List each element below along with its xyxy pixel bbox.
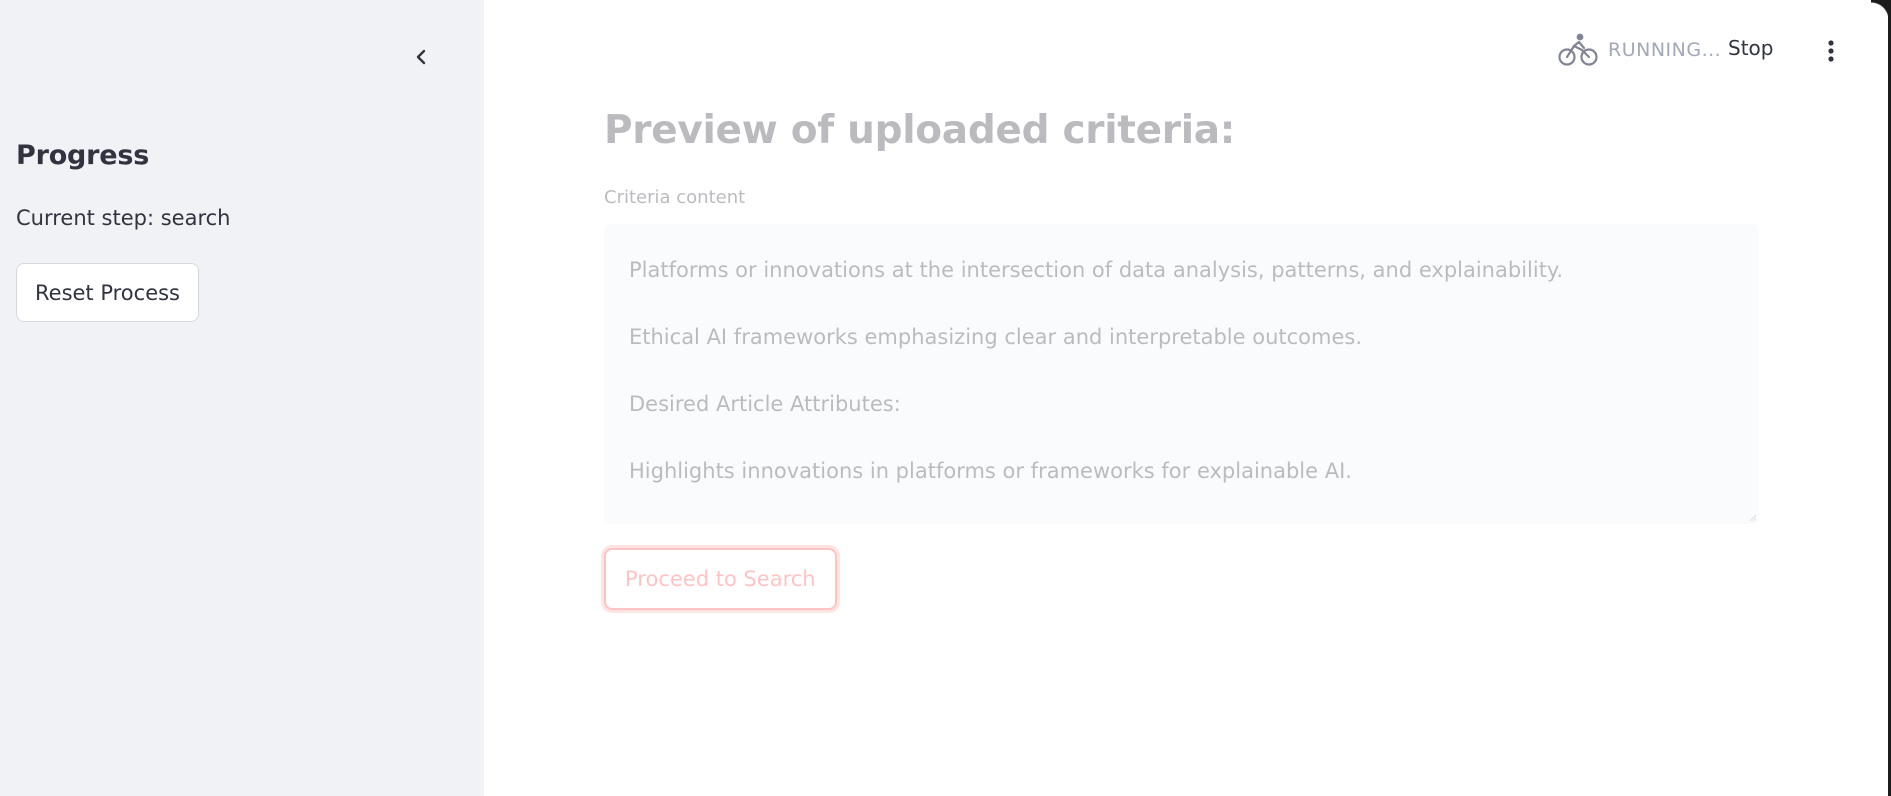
criteria-content-textarea[interactable]: Platforms or innovations at the intersec…	[604, 224, 1759, 524]
proceed-to-search-button[interactable]: Proceed to Search	[604, 548, 837, 610]
collapse-sidebar-button[interactable]	[404, 40, 438, 74]
kebab-menu-icon	[1828, 40, 1834, 62]
chevron-left-icon	[416, 49, 426, 65]
criteria-line: Highlights innovations in platforms or f…	[629, 459, 1352, 483]
sidebar-title: Progress	[16, 140, 150, 171]
running-status: RUNNING...	[1558, 32, 1721, 68]
reset-process-button[interactable]: Reset Process	[16, 263, 200, 322]
running-status-label: RUNNING...	[1608, 39, 1722, 61]
sidebar: Progress Current step: search Reset Proc…	[0, 0, 484, 796]
stop-button[interactable]: Stop	[1728, 36, 1773, 60]
criteria-content-label: Criteria content	[604, 187, 746, 208]
page-title: Preview of uploaded criteria:	[604, 108, 1236, 153]
criteria-line: Ethical AI frameworks emphasizing clear …	[629, 325, 1363, 349]
app-window: Progress Current step: search Reset Proc…	[0, 0, 1891, 796]
criteria-line: Desired Article Attributes:	[629, 392, 901, 416]
main-menu-button[interactable]	[1816, 36, 1846, 66]
current-step-text: Current step: search	[16, 206, 231, 230]
criteria-line: Platforms or innovations at the intersec…	[629, 258, 1564, 282]
bicycle-icon	[1558, 33, 1598, 66]
window-corner	[1871, 0, 1891, 20]
resize-grip-icon[interactable]	[1749, 514, 1757, 522]
